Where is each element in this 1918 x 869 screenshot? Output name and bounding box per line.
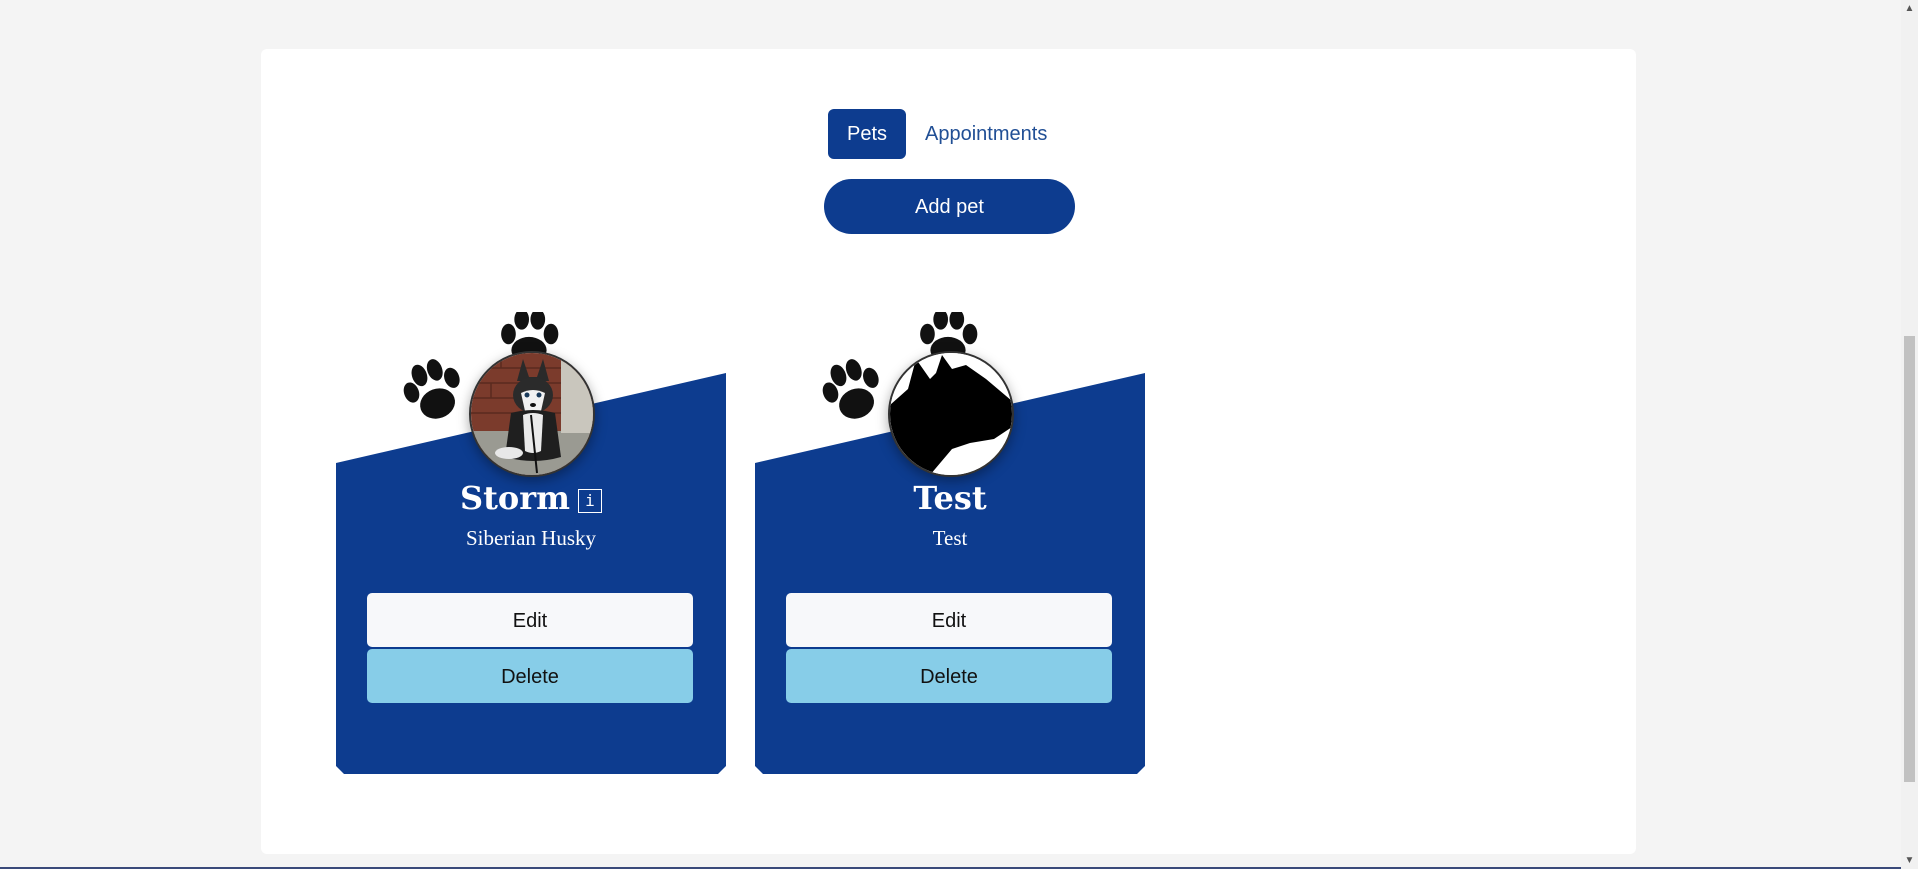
add-pet-button[interactable]: Add pet [824, 179, 1075, 234]
tab-appointments[interactable]: Appointments [906, 109, 1066, 159]
info-icon[interactable]: i [577, 488, 602, 513]
scroll-up-arrow-icon[interactable]: ▲ [1901, 0, 1918, 17]
edit-button[interactable]: Edit [786, 593, 1112, 647]
vertical-scrollbar[interactable]: ▲ ▼ [1901, 0, 1918, 869]
pet-breed: Test [932, 526, 968, 550]
delete-button[interactable]: Delete [367, 649, 693, 703]
paw-icon [403, 359, 460, 419]
pet-breed: Siberian Husky [465, 526, 597, 550]
pet-avatar [888, 351, 1014, 477]
edit-button[interactable]: Edit [367, 593, 693, 647]
husky-photo-icon [471, 353, 593, 475]
scroll-down-arrow-icon[interactable]: ▼ [1901, 852, 1918, 869]
pet-avatar [469, 351, 595, 477]
delete-button[interactable]: Delete [786, 649, 1112, 703]
cat-silhouette-icon [890, 353, 1012, 475]
pet-card: Test Test Edit Delete [755, 312, 1145, 774]
tab-pets[interactable]: Pets [828, 109, 907, 159]
tab-bar: Pets Appointments [828, 109, 1066, 159]
pet-name: Test [913, 479, 987, 517]
pet-name: Storm i [336, 476, 726, 520]
paw-icon [920, 312, 978, 356]
paw-icon [501, 312, 559, 356]
paw-icon [822, 359, 879, 419]
scrollbar-thumb[interactable] [1904, 336, 1915, 782]
pet-name-text: Storm [460, 479, 570, 517]
pet-card: Storm i Siberian Husky Edit Delete [336, 312, 726, 774]
